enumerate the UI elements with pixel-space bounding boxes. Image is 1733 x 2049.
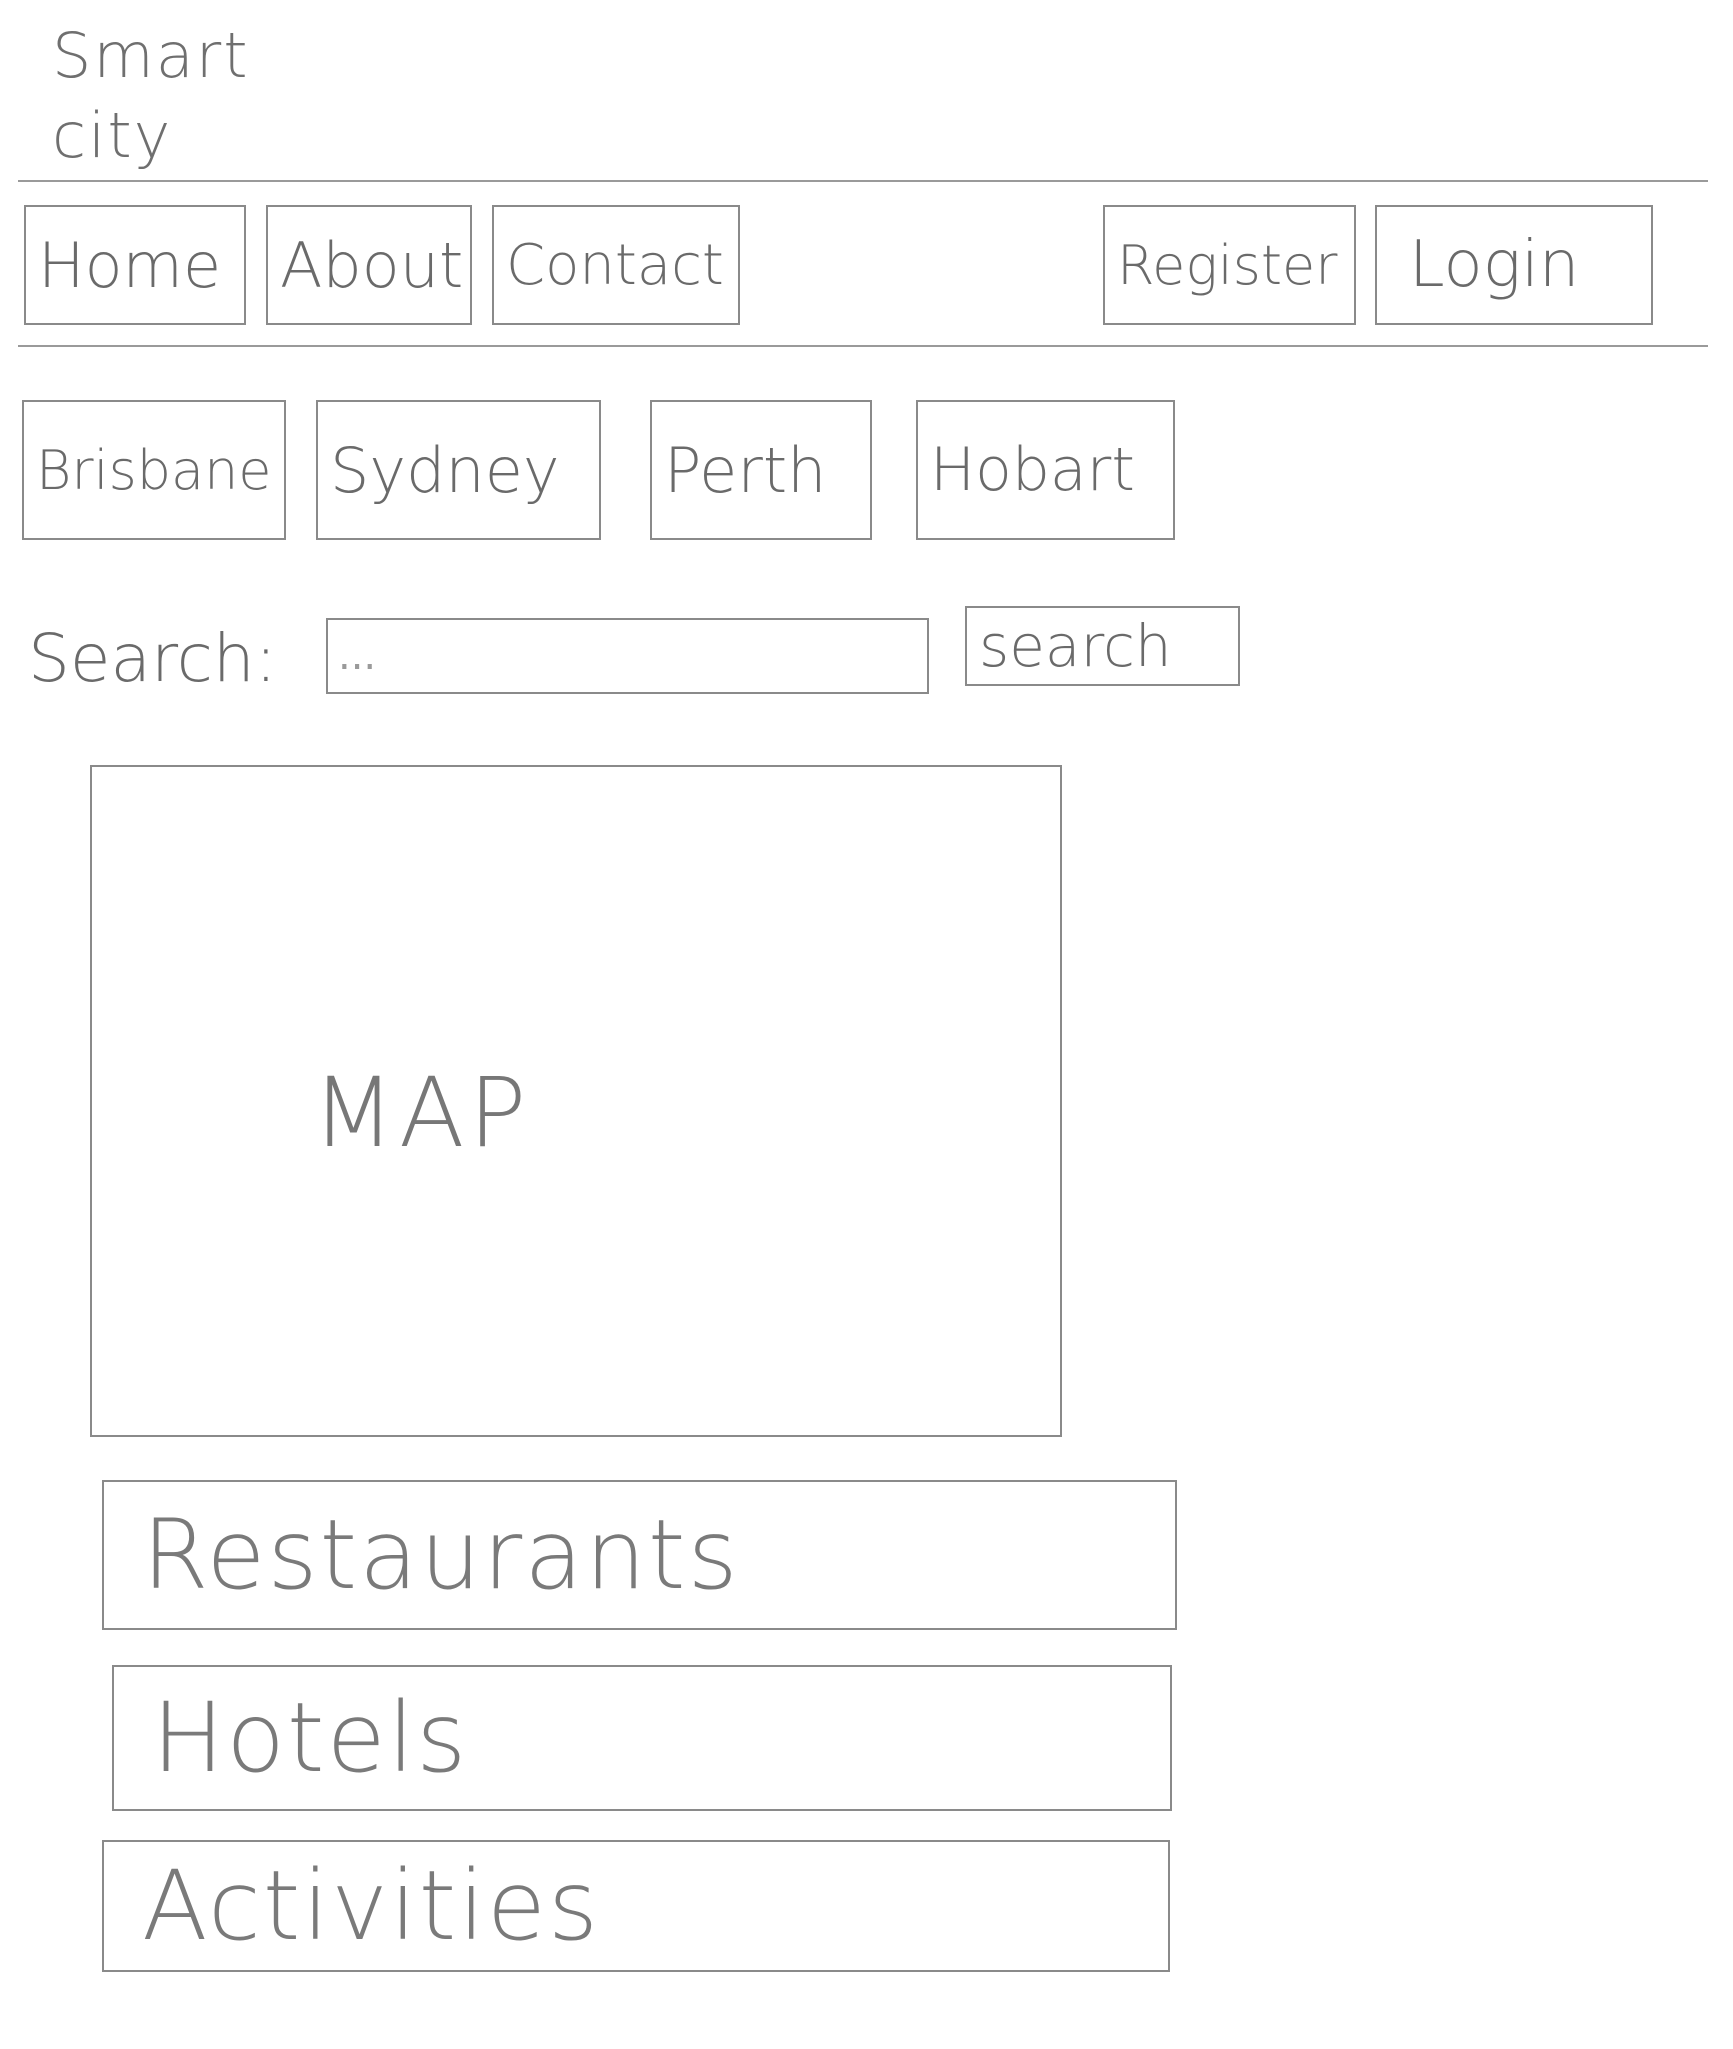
city-tab-sydney[interactable]: Sydney [316, 400, 601, 540]
register-button[interactable]: Register [1103, 205, 1356, 325]
map-placeholder-label: MAP [312, 1057, 531, 1169]
search-label: Search: [28, 620, 277, 697]
nav-home-link[interactable]: Home [24, 205, 246, 325]
nav-about-link[interactable]: About [266, 205, 472, 325]
site-logo[interactable]: Smart city [52, 16, 282, 176]
section-restaurants[interactable]: Restaurants [102, 1480, 1177, 1630]
header-divider-bottom [18, 345, 1708, 347]
section-activities[interactable]: Activities [102, 1840, 1170, 1972]
city-tab-hobart[interactable]: Hobart [916, 400, 1175, 540]
header-divider-top [18, 180, 1708, 182]
nav-contact-link[interactable]: Contact [492, 205, 740, 325]
logo-line-1: Smart [52, 19, 250, 92]
search-button[interactable]: search [965, 606, 1240, 686]
city-tab-perth[interactable]: Perth [650, 400, 872, 540]
login-button[interactable]: Login [1375, 205, 1653, 325]
search-input[interactable] [326, 618, 929, 694]
city-tab-brisbane[interactable]: Brisbane [22, 400, 286, 540]
logo-line-2: city [52, 99, 173, 172]
section-hotels[interactable]: Hotels [112, 1665, 1172, 1811]
map-panel[interactable]: MAP [90, 765, 1062, 1437]
